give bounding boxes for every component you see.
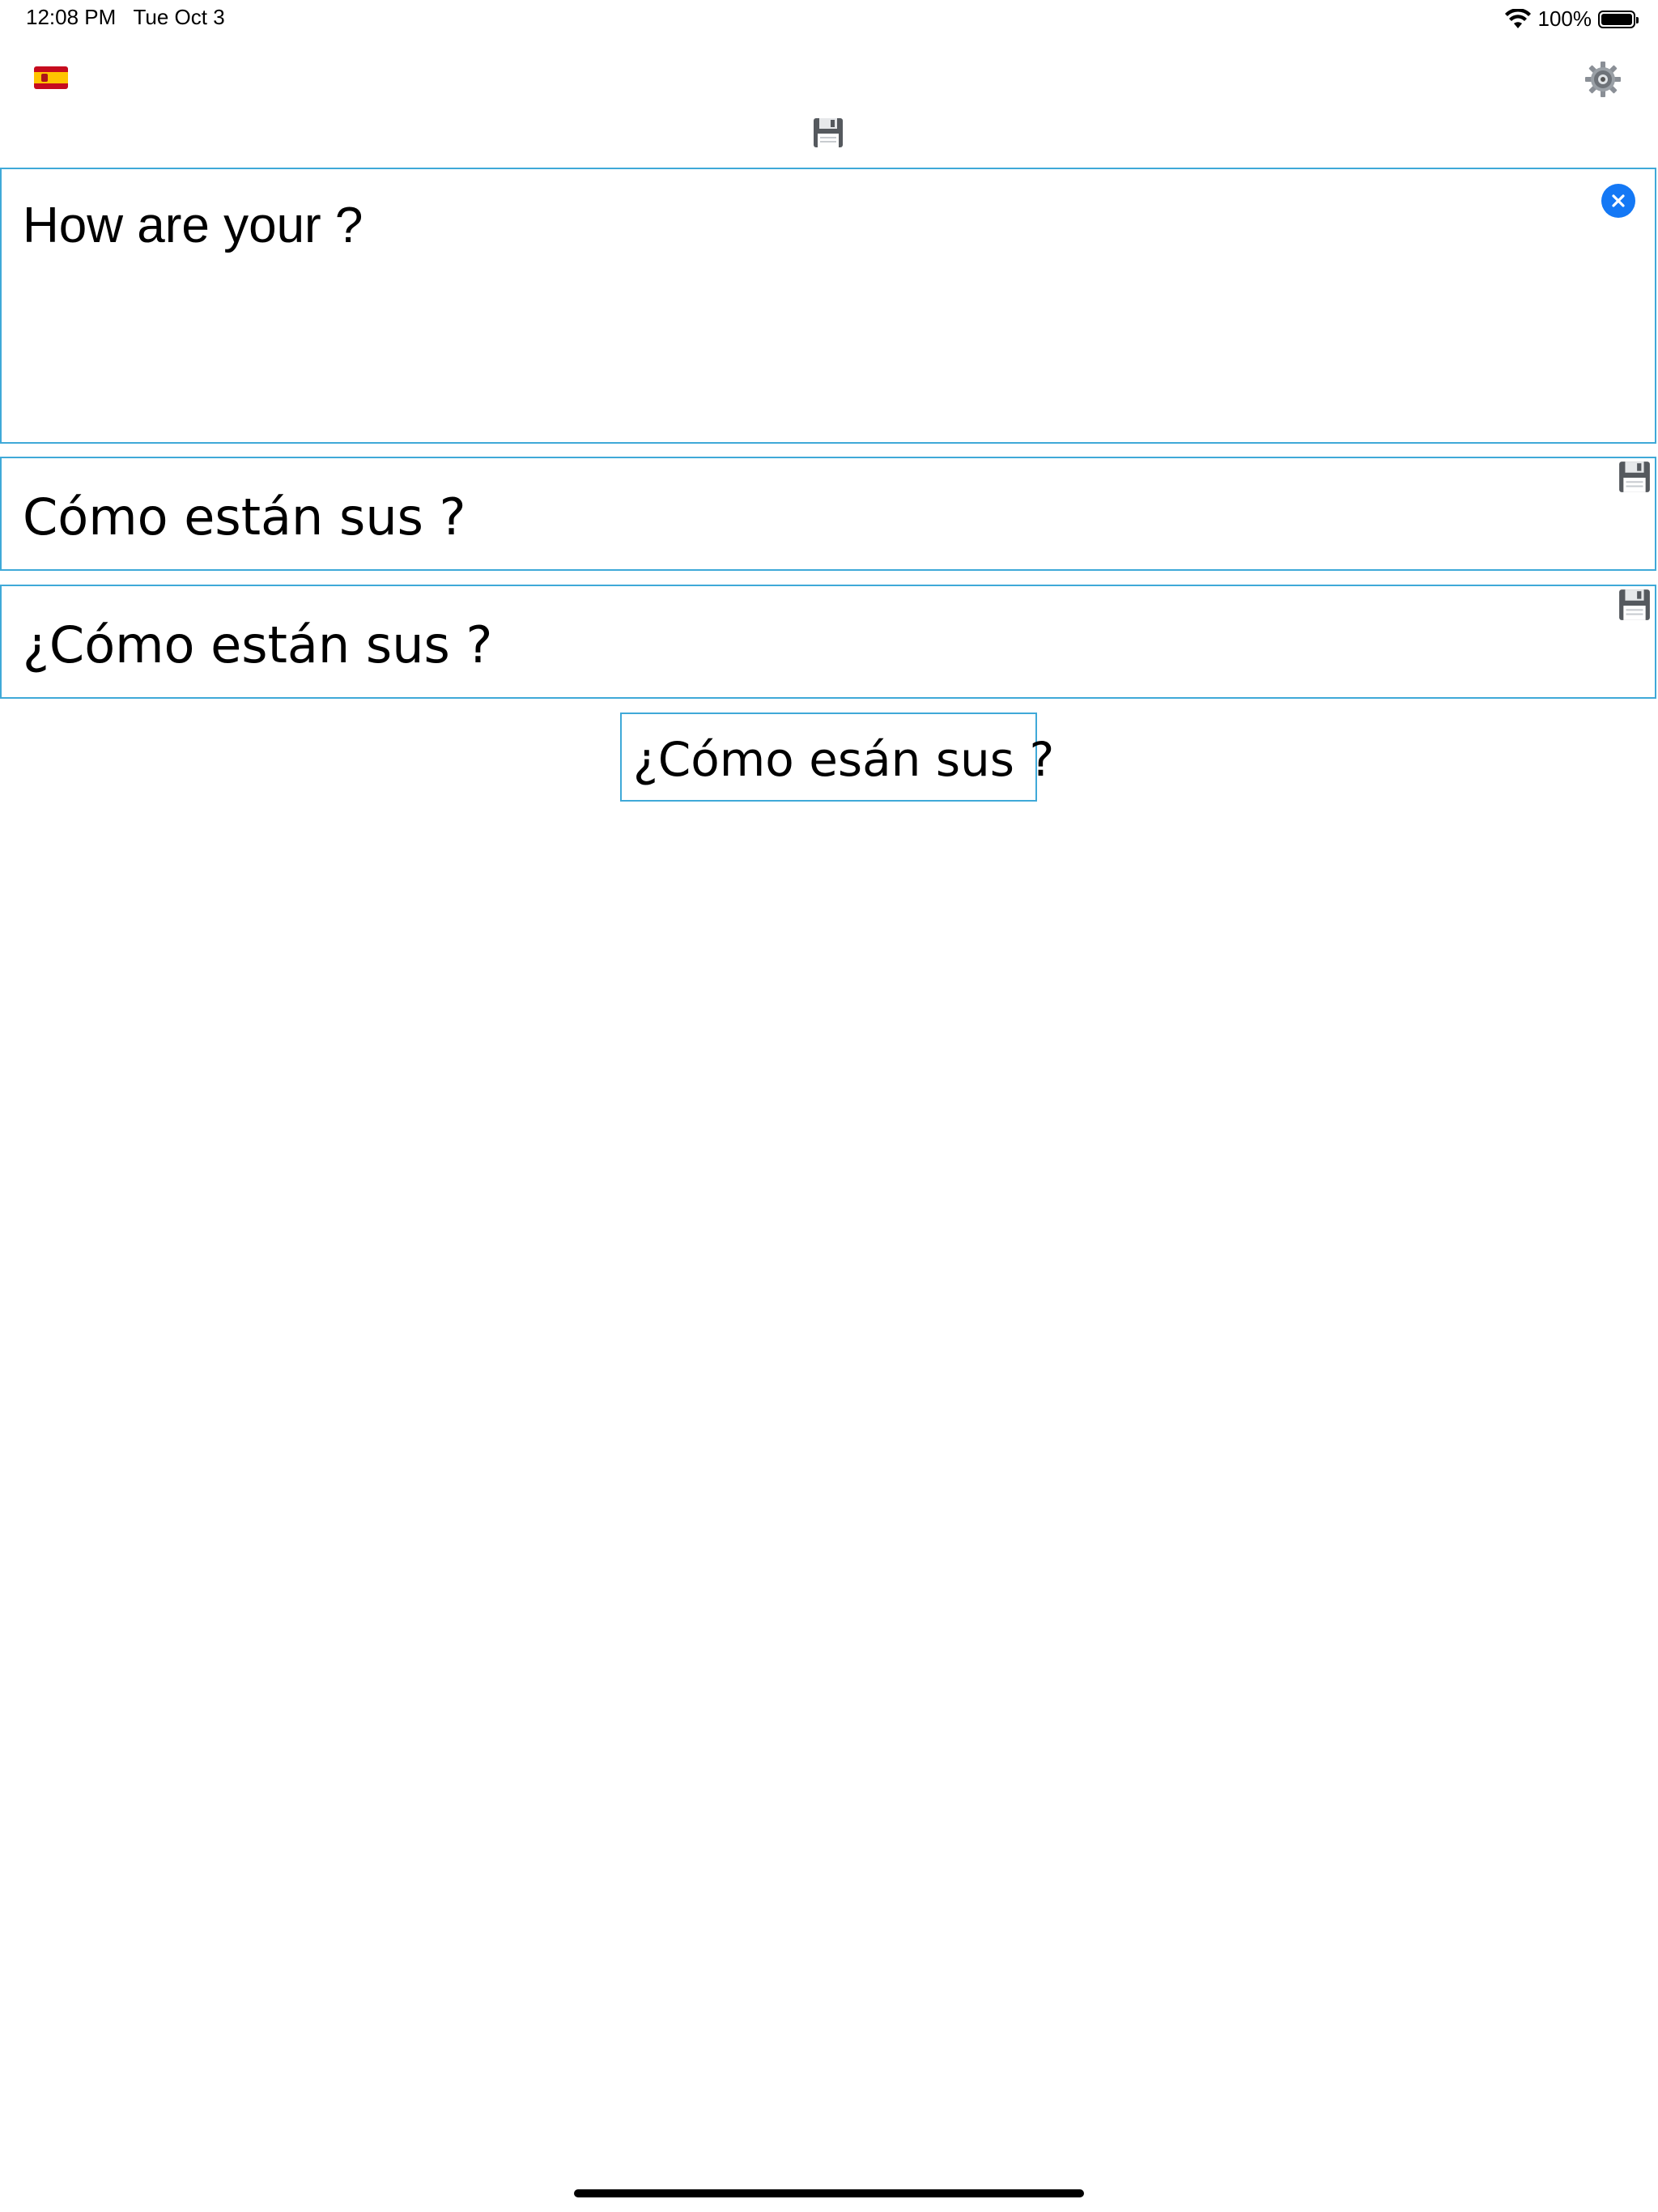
clear-icon xyxy=(1612,194,1625,207)
save-icon[interactable] xyxy=(812,117,844,149)
status-bar: 12:08 PM Tue Oct 3 100% xyxy=(0,0,1658,39)
spain-flag-icon[interactable] xyxy=(34,66,68,89)
clear-button[interactable] xyxy=(1601,184,1635,218)
flag-stripe-top xyxy=(34,66,68,72)
flag-stripe-bottom xyxy=(34,83,68,89)
translation-result-2[interactable]: ¿Cómo están sus ? xyxy=(0,585,1656,699)
source-text-input[interactable]: How are your ? xyxy=(0,168,1656,444)
translation-text-2: ¿Cómo están sus ? xyxy=(23,615,493,674)
status-right: 100% xyxy=(1504,6,1639,32)
gear-icon[interactable] xyxy=(1584,60,1622,99)
flag-emblem xyxy=(41,74,48,82)
flag-stripe-middle xyxy=(34,72,68,83)
home-indicator[interactable] xyxy=(574,2189,1084,2197)
translation-result-1[interactable]: Cómo están sus ? xyxy=(0,457,1656,571)
battery-fill xyxy=(1601,13,1632,25)
source-text[interactable]: How are your ? xyxy=(23,197,363,254)
suggestion-text: ¿Cómo esán sus ? xyxy=(633,732,1055,787)
save-icon[interactable] xyxy=(1618,460,1652,494)
battery-percentage: 100% xyxy=(1537,6,1592,31)
save-icon[interactable] xyxy=(1618,588,1652,622)
translation-text-1: Cómo están sus ? xyxy=(23,487,466,547)
battery-icon xyxy=(1598,10,1639,28)
status-time: 12:08 PM Tue Oct 3 xyxy=(26,5,225,29)
wifi-icon xyxy=(1504,8,1531,28)
battery-cap xyxy=(1636,16,1639,23)
suggestion-box[interactable]: ¿Cómo esán sus ? xyxy=(620,713,1054,802)
